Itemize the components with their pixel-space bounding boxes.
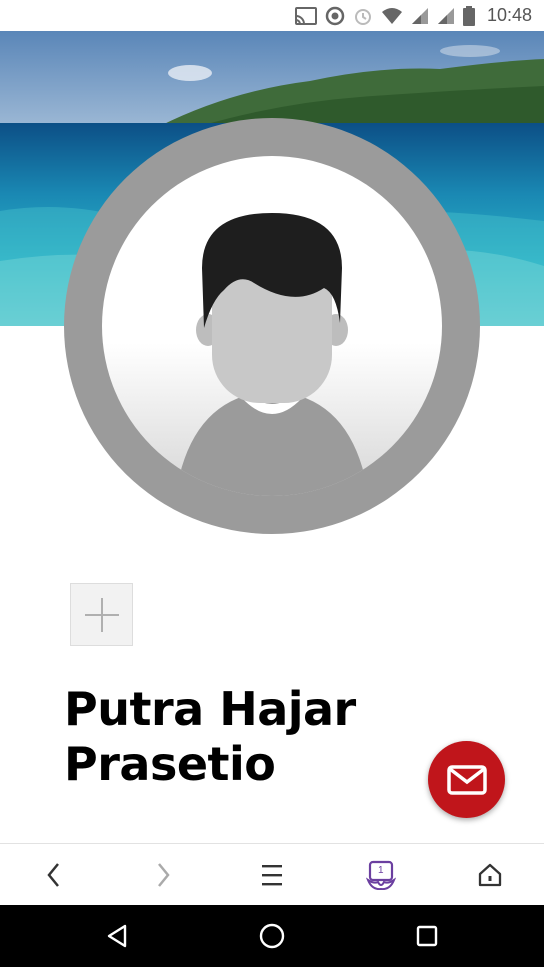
home-button[interactable]	[460, 845, 520, 905]
home-circle-icon	[259, 923, 285, 949]
status-bar: 10:48	[0, 0, 544, 31]
profile-avatar[interactable]	[64, 118, 480, 534]
menu-button[interactable]	[242, 845, 302, 905]
signal-icon	[437, 7, 455, 25]
recents-square-icon	[416, 925, 437, 947]
message-button[interactable]	[428, 741, 505, 818]
system-back-button[interactable]	[77, 905, 157, 967]
envelope-icon	[446, 764, 487, 795]
battery-icon	[462, 5, 475, 26]
cast-icon	[294, 6, 317, 25]
back-arrow-icon	[47, 862, 60, 887]
signal-icon	[411, 7, 429, 25]
back-button[interactable]	[24, 845, 84, 905]
alarm-icon	[353, 6, 373, 26]
tab-count: 1	[378, 864, 384, 876]
plus-icon	[84, 597, 119, 632]
browser-toolbar: 1	[0, 843, 544, 905]
back-triangle-icon	[108, 924, 127, 948]
system-home-button[interactable]	[232, 905, 312, 967]
data-saver-icon	[325, 6, 345, 26]
forward-arrow-icon	[158, 862, 170, 887]
status-time: 10:48	[486, 5, 532, 25]
profile-name: Putra Hajar Prasetio	[64, 682, 356, 791]
menu-icon	[261, 864, 282, 885]
add-photo-button[interactable]	[70, 583, 133, 646]
home-icon	[478, 863, 501, 886]
forward-button[interactable]	[133, 845, 193, 905]
wifi-icon	[381, 7, 403, 25]
system-nav-bar	[0, 905, 544, 967]
tabs-button[interactable]: 1	[351, 845, 411, 905]
system-recents-button[interactable]	[387, 905, 467, 967]
